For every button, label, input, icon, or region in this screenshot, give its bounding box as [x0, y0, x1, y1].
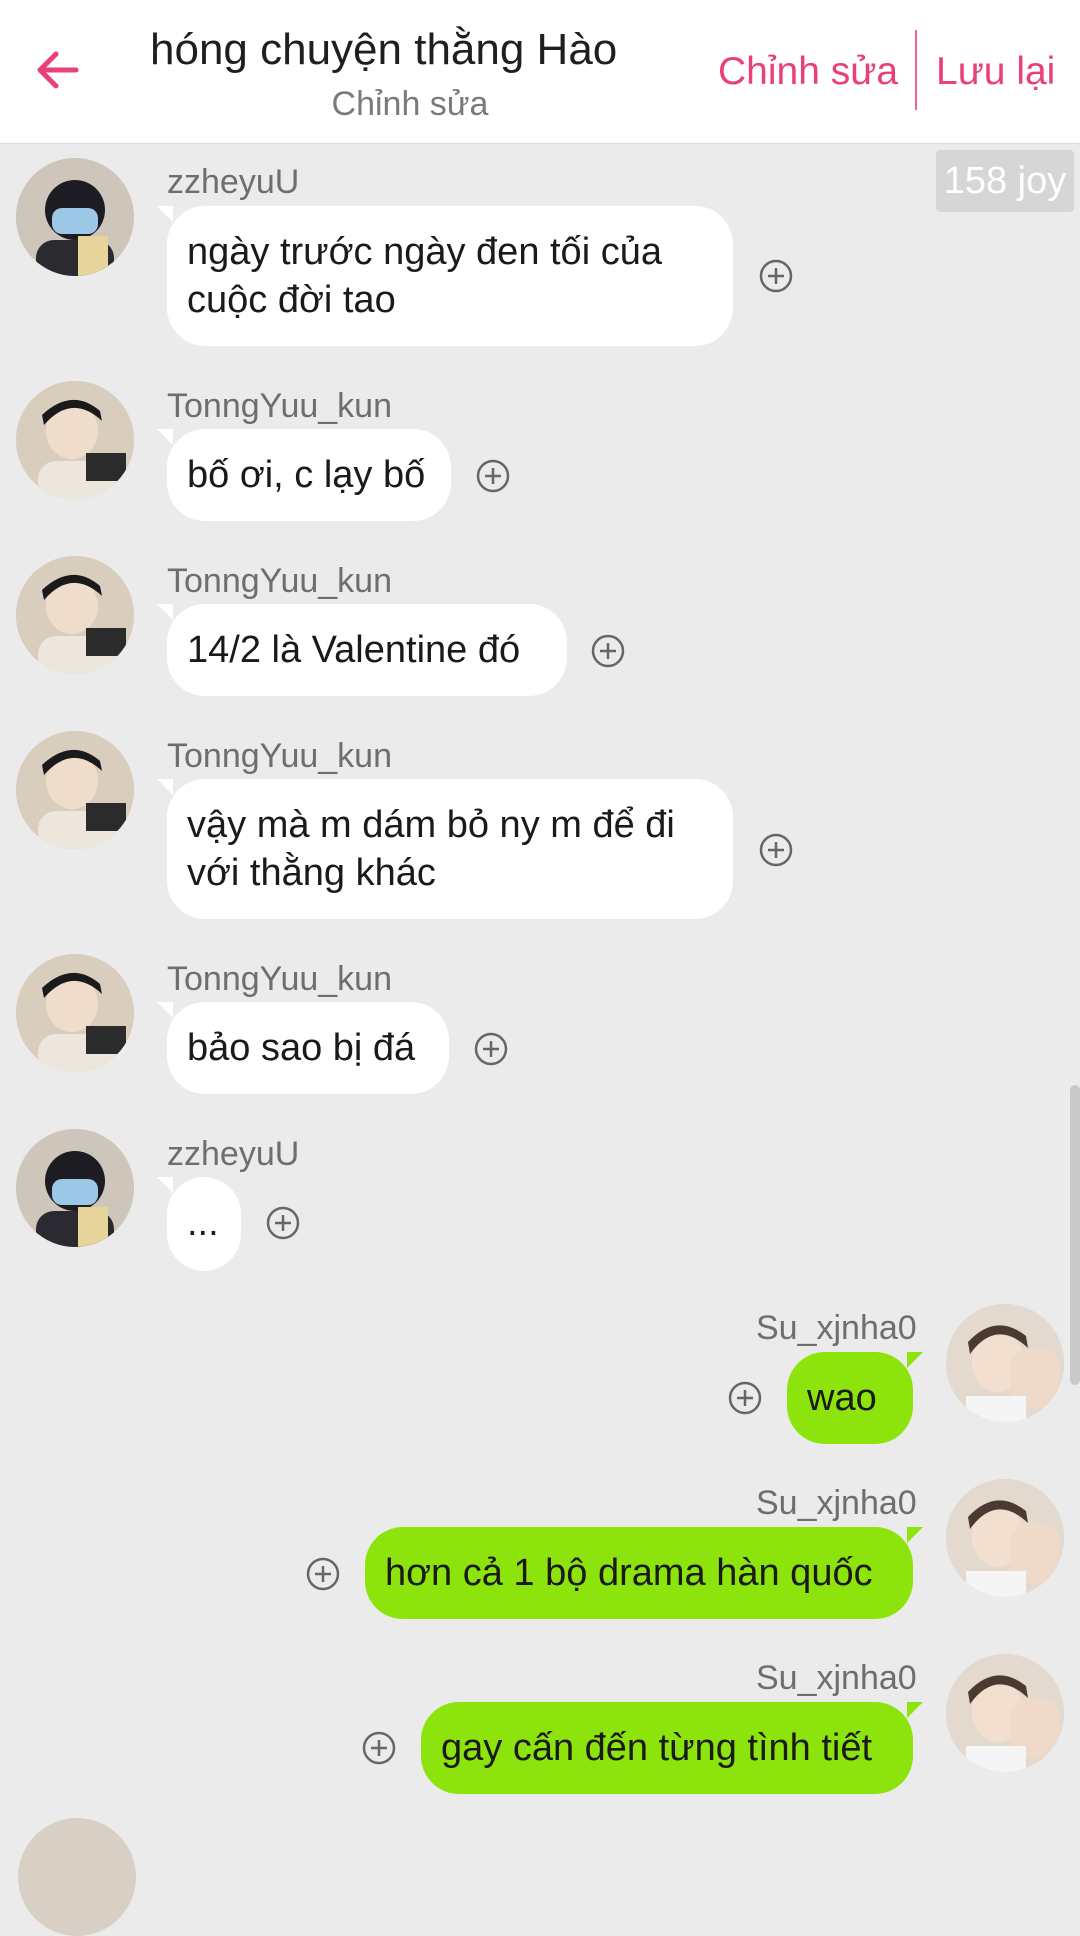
message-bubble[interactable]: vậy mà m dám bỏ ny m để đi với thằng khá… — [157, 779, 733, 919]
message-bubble[interactable]: bố ơi, c lạy bố — [157, 429, 451, 521]
message-bubble[interactable]: 14/2 là Valentine đó — [157, 604, 567, 696]
add-reaction-icon[interactable] — [362, 1731, 396, 1765]
message-username: TonngYuu_kun — [167, 960, 392, 998]
message-bubble[interactable]: ... — [157, 1177, 241, 1271]
avatar-Su_xjnha0[interactable] — [946, 1479, 1064, 1597]
message-username: TonngYuu_kun — [167, 737, 392, 775]
message-username: zzheyuU — [167, 163, 300, 201]
message-bubble[interactable]: wao — [787, 1352, 923, 1444]
message-bubble[interactable]: hơn cả 1 bộ drama hàn quốc — [365, 1527, 923, 1619]
message-username: Su_xjnha0 — [756, 1659, 917, 1697]
header-divider — [915, 30, 917, 110]
avatar-TonngYuu_kun[interactable] — [16, 556, 134, 674]
avatar-TonngYuu_kun[interactable] — [16, 381, 134, 499]
avatar-partial — [18, 1818, 136, 1936]
joy-badge: 158 joy — [936, 150, 1074, 212]
add-reaction-icon[interactable] — [266, 1206, 300, 1240]
message-bubble[interactable]: ngày trước ngày đen tối của cuộc đời tao — [157, 206, 733, 346]
add-reaction-icon[interactable] — [474, 1032, 508, 1066]
avatar-TonngYuu_kun[interactable] — [16, 731, 134, 849]
back-arrow-icon[interactable] — [30, 42, 86, 98]
add-reaction-icon[interactable] — [476, 459, 510, 493]
message-username: TonngYuu_kun — [167, 562, 392, 600]
message-username: zzheyuU — [167, 1135, 300, 1173]
avatar-zzheyuU[interactable] — [16, 158, 134, 276]
message-bubble[interactable]: bảo sao bị đá — [157, 1002, 449, 1094]
conversation-subtitle: Chỉnh sửa — [331, 85, 489, 123]
conversation-title: hóng chuyện thằng Hào — [150, 25, 618, 74]
scrollbar[interactable] — [1070, 1085, 1080, 1385]
message-username: TonngYuu_kun — [167, 387, 392, 425]
message-username: Su_xjnha0 — [756, 1309, 917, 1347]
avatar-zzheyuU[interactable] — [16, 1129, 134, 1247]
add-reaction-icon[interactable] — [759, 833, 793, 867]
save-button[interactable]: Lưu lại — [936, 46, 1055, 98]
add-reaction-icon[interactable] — [759, 259, 793, 293]
add-reaction-icon[interactable] — [306, 1557, 340, 1591]
message-bubble[interactable]: gay cấn đến từng tình tiết — [421, 1702, 923, 1794]
avatar-Su_xjnha0[interactable] — [946, 1304, 1064, 1422]
add-reaction-icon[interactable] — [728, 1381, 762, 1415]
add-reaction-icon[interactable] — [591, 634, 625, 668]
message-username: Su_xjnha0 — [756, 1484, 917, 1522]
avatar-Su_xjnha0[interactable] — [946, 1654, 1064, 1772]
edit-button[interactable]: Chỉnh sửa — [718, 46, 898, 98]
avatar-TonngYuu_kun[interactable] — [16, 954, 134, 1072]
chat-header: hóng chuyện thằng Hào Chỉnh sửa Chỉnh sử… — [0, 0, 1080, 144]
